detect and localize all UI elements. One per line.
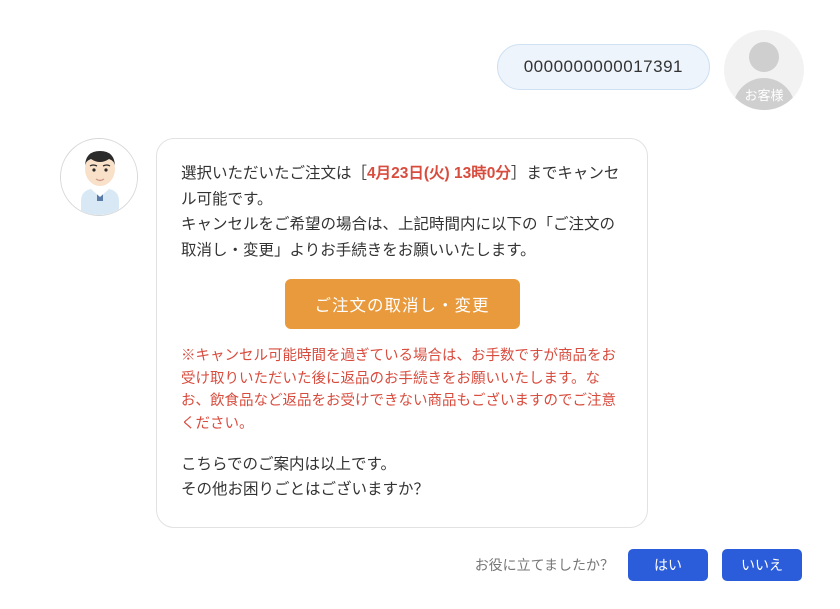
- feedback-yes-button[interactable]: はい: [628, 549, 708, 581]
- feedback-bar: お役に立てましたか？ はい いいえ: [475, 549, 802, 581]
- agent-message-bubble: 選択いただいたご注文は［4月23日(火) 13時0分］までキャンセル可能です。 …: [156, 138, 648, 528]
- agent-message-row: 選択いただいたご注文は［4月23日(火) 13時0分］までキャンセル可能です。 …: [30, 138, 810, 528]
- customer-message-bubble: 0000000000017391: [497, 44, 710, 90]
- agent-warning-text: ※キャンセル可能時間を過ぎている場合は、お手数ですが商品をお受け取りいただいた後…: [181, 345, 623, 435]
- customer-message-text: 0000000000017391: [524, 57, 683, 76]
- customer-avatar: お客様: [724, 30, 804, 110]
- cancel-order-button[interactable]: ご注文の取消し・変更: [285, 279, 520, 329]
- text-before-date: 選択いただいたご注文は［: [181, 165, 367, 182]
- feedback-no-button[interactable]: いいえ: [722, 549, 802, 581]
- chat-container: 0000000000017391 お客様: [30, 30, 810, 528]
- agent-avatar-icon: [61, 139, 138, 216]
- feedback-label: お役に立てましたか？: [475, 555, 614, 575]
- closing-line-2: その他お困りごとはございますか？: [181, 478, 623, 503]
- agent-avatar: [60, 138, 138, 216]
- customer-avatar-label: お客様: [744, 85, 783, 104]
- cancel-deadline: 4月23日(火) 13時0分: [367, 165, 511, 182]
- customer-message-row: 0000000000017391 お客様: [30, 30, 810, 110]
- avatar-silhouette-icon: [749, 42, 779, 72]
- agent-deadline-text: 選択いただいたご注文は［4月23日(火) 13時0分］までキャンセル可能です。: [181, 161, 623, 212]
- closing-line-1: こちらでのご案内は以上です。: [181, 453, 623, 478]
- agent-instruction-text: キャンセルをご希望の場合は、上記時間内に以下の「ご注文の取消し・変更」よりお手続…: [181, 212, 623, 263]
- agent-closing-text: こちらでのご案内は以上です。 その他お困りごとはございますか？: [181, 453, 623, 503]
